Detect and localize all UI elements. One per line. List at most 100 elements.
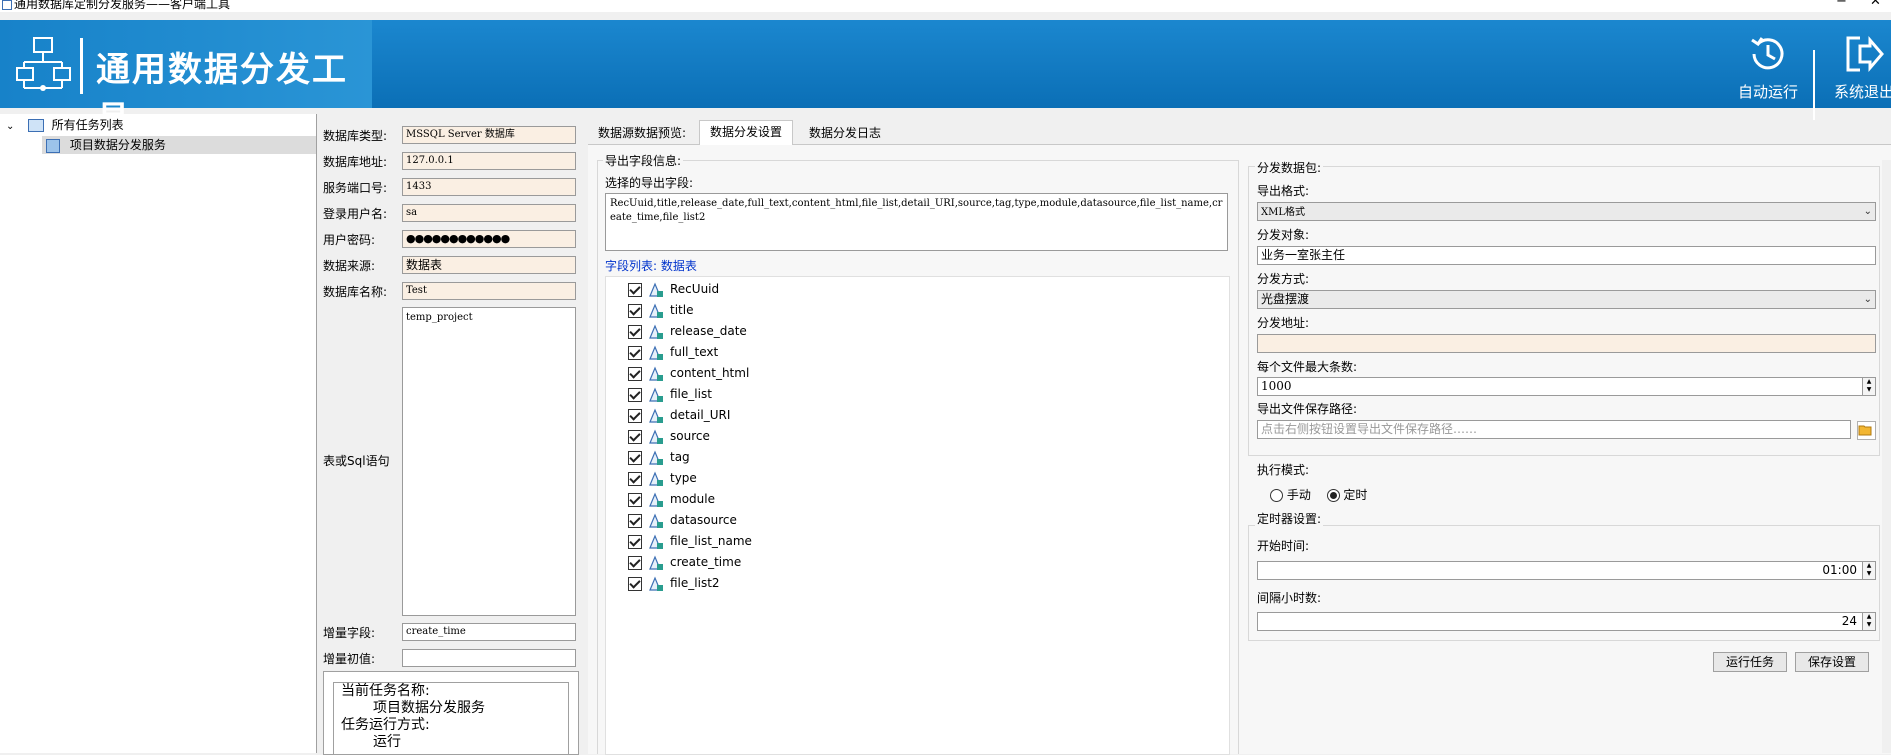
- field-row[interactable]: type: [628, 468, 697, 488]
- interval-spinner[interactable]: 24 ▲ ▼: [1257, 612, 1876, 631]
- chevron-down-icon[interactable]: ⌄: [1864, 291, 1872, 308]
- field-row[interactable]: file_list2: [628, 573, 720, 593]
- db-name-input[interactable]: Test: [402, 282, 576, 300]
- db-address-input[interactable]: 127.0.0.1: [402, 152, 576, 170]
- field-name: detail_URI: [670, 408, 731, 422]
- logo-separator: [80, 38, 83, 94]
- tab-distribution-settings[interactable]: 数据分发设置: [699, 120, 794, 145]
- save-settings-button[interactable]: 保存设置: [1795, 652, 1869, 672]
- field-name: datasource: [670, 513, 737, 527]
- source-label: 数据来源:: [323, 259, 376, 273]
- auto-run-button[interactable]: 自动运行: [1728, 28, 1808, 104]
- field-checkbox[interactable]: [628, 534, 642, 549]
- chevron-down-icon[interactable]: ⌄: [1864, 203, 1872, 220]
- collapse-chevron-icon[interactable]: ⌄: [6, 118, 16, 136]
- exit-button[interactable]: 系统退出: [1824, 28, 1891, 104]
- db-type-input[interactable]: MSSQL Server 数据库: [402, 126, 576, 144]
- field-checkbox[interactable]: [628, 555, 642, 570]
- field-row[interactable]: release_date: [628, 321, 747, 341]
- manual-radio[interactable]: [1270, 489, 1283, 502]
- tree-root[interactable]: ⌄ 所有任务列表: [6, 116, 124, 134]
- format-select[interactable]: XML格式 ⌄: [1257, 202, 1876, 221]
- field-row[interactable]: file_list_name: [628, 531, 752, 551]
- field-row[interactable]: create_time: [628, 552, 741, 572]
- field-checkbox[interactable]: [628, 513, 642, 528]
- field-type-icon: [649, 365, 663, 381]
- field-row[interactable]: file_list: [628, 384, 712, 404]
- field-name: file_list: [670, 387, 712, 401]
- field-row[interactable]: module: [628, 489, 715, 509]
- field-row[interactable]: RecUuid: [628, 279, 719, 299]
- sql-textarea[interactable]: temp_project: [402, 307, 576, 616]
- field-row[interactable]: datasource: [628, 510, 737, 530]
- run-task-button[interactable]: 运行任务: [1713, 652, 1787, 672]
- incr-field-input[interactable]: create_time: [402, 623, 576, 641]
- window-titlebar: 通用数据库定制分发服务——客户端工具 − ✕: [0, 0, 1891, 12]
- field-row[interactable]: content_html: [628, 363, 749, 383]
- username-input[interactable]: sa: [402, 204, 576, 222]
- field-checkbox[interactable]: [628, 576, 642, 591]
- incr-init-input[interactable]: [402, 649, 576, 667]
- spinner-arrows-icon[interactable]: ▲ ▼: [1862, 378, 1875, 395]
- field-checkbox[interactable]: [628, 324, 642, 339]
- field-type-icon: [649, 449, 663, 465]
- folder-browse-button[interactable]: [1857, 421, 1876, 440]
- field-type-icon: [649, 533, 663, 549]
- save-path-label: 导出文件保存路径:: [1257, 402, 1358, 416]
- selected-fields-label: 选择的导出字段:: [603, 174, 696, 191]
- field-checkbox[interactable]: [628, 408, 642, 423]
- field-row[interactable]: detail_URI: [628, 405, 730, 425]
- field-checkbox[interactable]: [628, 450, 642, 465]
- field-list-prefix: 字段列表:: [605, 259, 658, 273]
- tab-distribution-log[interactable]: 数据分发日志: [799, 122, 891, 144]
- db-type-label: 数据库类型:: [323, 129, 388, 143]
- field-row[interactable]: full_text: [628, 342, 718, 362]
- task-info-text: 当前任务名称: 项目数据分发服务 任务运行方式: 运行: [333, 682, 569, 754]
- source-input[interactable]: 数据表: [402, 256, 576, 274]
- minimize-button[interactable]: −: [1836, 0, 1847, 9]
- clock-refresh-icon: [1751, 37, 1784, 70]
- field-type-icon: [649, 386, 663, 402]
- max-records-spinner[interactable]: 1000 ▲ ▼: [1257, 377, 1876, 396]
- max-records-label: 每个文件最大条数:: [1257, 360, 1358, 374]
- panel-scrollbar[interactable]: [1882, 160, 1891, 753]
- tree-item-project-service[interactable]: 项目数据分发服务: [42, 136, 316, 154]
- field-type-icon: [649, 281, 663, 297]
- field-checkbox[interactable]: [628, 429, 642, 444]
- selected-fields-textbox[interactable]: RecUuid,title,release_date,full_text,con…: [605, 193, 1228, 251]
- field-checkbox[interactable]: [628, 366, 642, 381]
- spinner-arrows-icon[interactable]: ▲ ▼: [1862, 613, 1875, 630]
- field-name: type: [670, 471, 697, 485]
- field-checkbox[interactable]: [628, 471, 642, 486]
- close-button[interactable]: ✕: [1870, 0, 1881, 9]
- task-name-label: 当前任务名称:: [341, 683, 430, 699]
- spinner-arrows-icon[interactable]: ▲ ▼: [1862, 562, 1875, 579]
- field-checkbox[interactable]: [628, 492, 642, 507]
- start-time-spinner[interactable]: 01:00 ▲ ▼: [1257, 561, 1876, 580]
- method-select[interactable]: 光盘摆渡 ⌄: [1257, 290, 1876, 309]
- field-row[interactable]: source: [628, 426, 710, 446]
- field-row[interactable]: tag: [628, 447, 690, 467]
- port-input[interactable]: 1433: [402, 178, 576, 196]
- field-row[interactable]: title: [628, 300, 693, 320]
- password-input[interactable]: ●●●●●●●●●●●●: [402, 230, 576, 248]
- field-checkbox[interactable]: [628, 282, 642, 297]
- field-checkbox[interactable]: [628, 345, 642, 360]
- computer-icon: [27, 119, 44, 132]
- address-input[interactable]: [1257, 334, 1876, 353]
- task-info-box: 当前任务名称: 项目数据分发服务 任务运行方式: 运行: [323, 671, 579, 755]
- field-list-source: 数据表: [660, 259, 697, 273]
- target-input[interactable]: 业务一室张主任: [1257, 246, 1876, 265]
- app-window-icon: [2, 0, 12, 10]
- field-type-icon: [649, 575, 663, 591]
- save-path-input[interactable]: 点击右侧按钮设置导出文件保存路径……: [1257, 420, 1851, 439]
- start-time-value: 01:00: [1822, 563, 1857, 577]
- field-checkbox[interactable]: [628, 303, 642, 318]
- method-value: 光盘摆渡: [1261, 292, 1310, 306]
- password-label: 用户密码:: [323, 233, 376, 247]
- scheduled-radio[interactable]: [1326, 489, 1340, 502]
- tab-data-preview[interactable]: 数据源数据预览:: [588, 122, 696, 144]
- port-label: 服务端口号:: [323, 181, 388, 195]
- field-type-icon: [649, 470, 663, 486]
- field-checkbox[interactable]: [628, 387, 642, 402]
